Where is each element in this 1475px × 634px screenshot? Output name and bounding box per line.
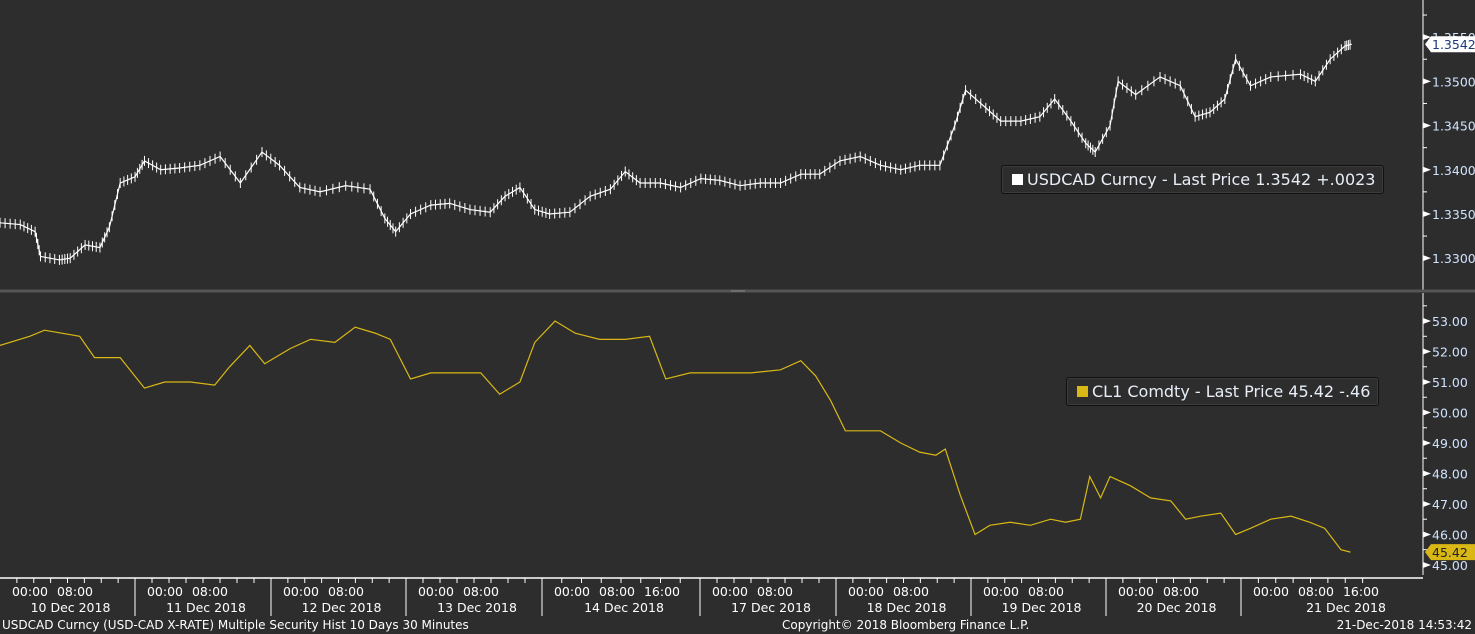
- x-time-label: 08:00: [757, 584, 793, 599]
- y-tick-mark: [1423, 439, 1431, 446]
- chart-canvas: 1.33001.33501.34001.34501.35001.35501.35…: [0, 0, 1475, 616]
- x-date-label: 14 Dec 2018: [584, 600, 664, 615]
- x-date-label: 21 Dec 2018: [1306, 600, 1386, 615]
- usdcad-panel: 1.33001.33501.34001.34501.35001.35501.35…: [0, 0, 1475, 290]
- x-time-label: 08:00: [463, 584, 499, 599]
- x-date-label: 19 Dec 2018: [1002, 600, 1082, 615]
- y-tick-label: 51.00: [1432, 375, 1468, 390]
- x-date-label: 17 Dec 2018: [731, 600, 811, 615]
- x-time-label: 08:00: [57, 584, 93, 599]
- x-time-label: 00:00: [283, 584, 319, 599]
- x-date-label: 20 Dec 2018: [1137, 600, 1217, 615]
- footer-security-info: USDCAD Curncy (USD-CAD X-RATE) Multiple …: [2, 618, 469, 632]
- y-tick-label: 1.3500: [1432, 74, 1475, 89]
- x-time-label: 00:00: [418, 584, 454, 599]
- y-tick-label: 1.3300: [1432, 251, 1475, 266]
- y-tick-mark: [1423, 210, 1431, 217]
- x-date-label: 12 Dec 2018: [302, 600, 382, 615]
- y-tick-label: 48.00: [1432, 466, 1468, 481]
- y-tick-label: 46.00: [1432, 527, 1468, 542]
- x-time-label: 08:00: [1028, 584, 1064, 599]
- y-tick-mark: [1423, 122, 1431, 129]
- y-tick-mark: [1423, 166, 1431, 173]
- footer-copyright: Copyright© 2018 Bloomberg Finance L.P.: [782, 618, 1030, 632]
- x-time-label: 00:00: [848, 584, 884, 599]
- x-time-label: 00:00: [1253, 584, 1289, 599]
- x-time-label: 08:00: [1163, 584, 1199, 599]
- y-tick-label: 1.3350: [1432, 207, 1475, 222]
- y-tick-label: 1.3450: [1432, 119, 1475, 134]
- cl1-panel: 45.00 46.00 47.00 48.00 49.00 50.00 51.00 52.00…: [0, 293, 1475, 575]
- footer-timestamp: 21-Dec-2018 14:53:42: [1336, 618, 1472, 632]
- x-date-label: 18 Dec 2018: [867, 600, 947, 615]
- y-tick-mark: [1423, 409, 1431, 416]
- y-tick-mark: [1423, 561, 1431, 568]
- x-time-label: 00:00: [147, 584, 183, 599]
- cl1-series-line: [0, 320, 1351, 553]
- y-tick-mark: [1423, 379, 1431, 386]
- x-date-label: 11 Dec 2018: [166, 600, 246, 615]
- usdcad-legend: USDCAD Curncy - Last Price 1.3542 +.0023: [1001, 165, 1385, 194]
- x-time-label: 00:00: [12, 584, 48, 599]
- x-time-label: 08:00: [1298, 584, 1334, 599]
- x-axis: 00:00 08:0010 Dec 201800:00 08:0011 Dec 20…: [0, 577, 1423, 616]
- y-tick-label: 45.00: [1432, 558, 1468, 573]
- x-time-label: 00:00: [712, 584, 748, 599]
- x-time-label: 00:00: [554, 584, 590, 599]
- usdcad-series-line: [0, 43, 1352, 261]
- usdcad-last-price-label: 1.3542: [1432, 37, 1475, 52]
- x-time-label: 08:00: [893, 584, 929, 599]
- x-time-label: 08:00: [192, 584, 228, 599]
- x-time-label: 16:00: [644, 584, 680, 599]
- cl1-last-price-label: 45.42: [1432, 545, 1468, 560]
- y-tick-label: 47.00: [1432, 497, 1468, 512]
- cl1-swatch: [1077, 386, 1088, 397]
- x-time-label: 00:00: [983, 584, 1019, 599]
- x-date-label: 13 Dec 2018: [437, 600, 517, 615]
- y-tick-label: 53.00: [1432, 314, 1468, 329]
- x-date-label: 10 Dec 2018: [31, 600, 111, 615]
- cl1-legend: CL1 Comdty - Last Price 45.42 -.46: [1066, 377, 1380, 406]
- x-time-label: 08:00: [328, 584, 364, 599]
- x-time-label: 00:00: [1118, 584, 1154, 599]
- y-tick-label: 49.00: [1432, 436, 1468, 451]
- usdcad-swatch: [1012, 174, 1023, 185]
- y-tick-label: 1.3400: [1432, 163, 1475, 178]
- y-tick-label: 50.00: [1432, 406, 1468, 421]
- y-tick-mark: [1423, 500, 1431, 507]
- y-tick-mark: [1423, 255, 1431, 262]
- usdcad-legend-text: USDCAD Curncy - Last Price 1.3542 +.0023: [1027, 170, 1376, 189]
- y-tick-mark: [1423, 348, 1431, 355]
- x-time-label: 08:00: [599, 584, 635, 599]
- x-time-label: 16:00: [1343, 584, 1379, 599]
- cl1-legend-text: CL1 Comdty - Last Price 45.42 -.46: [1092, 382, 1371, 401]
- y-tick-mark: [1423, 470, 1431, 477]
- y-tick-mark: [1423, 318, 1431, 325]
- y-tick-label: 52.00: [1432, 345, 1468, 360]
- y-tick-mark: [1423, 531, 1431, 538]
- y-tick-mark: [1423, 78, 1431, 85]
